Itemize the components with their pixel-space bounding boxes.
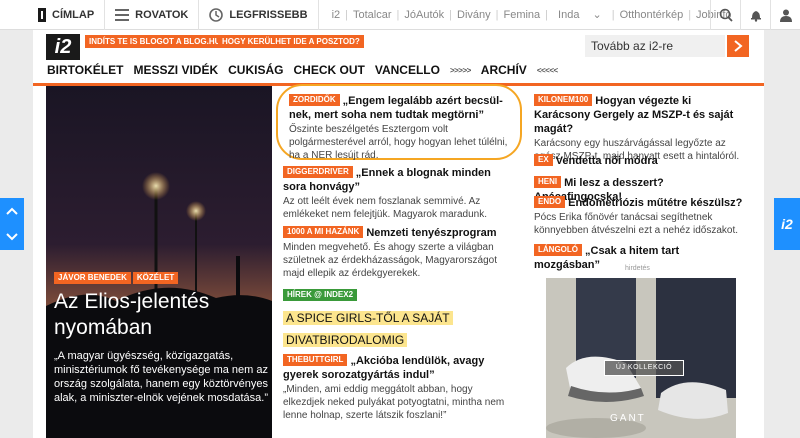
story-title: A SPICE GIRLS-TŐL A SAJÁT DIVATBIRODALOM… <box>283 311 453 347</box>
cat-arrows-right: >>>>> <box>449 65 471 75</box>
list-item[interactable]: 1000 A MI HAZÁNK Nemzeti tenyészprogram M… <box>283 226 515 280</box>
story-text: Az ott leélt évek nem foszlanak semmivé.… <box>283 196 487 220</box>
link-inda[interactable]: Inda ⌄ <box>548 8 612 21</box>
feature-tag-category[interactable]: KÖZÉLET <box>132 272 179 284</box>
chevron-right-icon <box>734 40 743 52</box>
user-icon[interactable] <box>770 0 800 30</box>
clock-icon <box>209 7 224 22</box>
search-icon[interactable] <box>710 0 740 30</box>
story-tag[interactable]: LÁNGOLÓ <box>534 244 582 256</box>
list-item[interactable]: KILONEM100 Hogyan végezte ki Karácsony Ge… <box>534 94 744 163</box>
link-otthonterkep[interactable]: Otthontérkép <box>615 9 689 21</box>
story-tag[interactable]: EX <box>534 154 553 166</box>
cat-birtokelet[interactable]: BIRTOKÉLET <box>47 63 123 77</box>
ad-cta-button[interactable]: ÚJ KOLLEKCIÓ <box>604 360 684 376</box>
story-tag[interactable]: HÍREK @ INDEX2 <box>283 289 358 301</box>
story-text: „Minden, ami eddig meggátolt abban, hogy… <box>283 384 505 421</box>
story-title: Endometriózis műtétre készülsz? <box>568 197 743 209</box>
ad-label: hirdetés <box>625 265 650 272</box>
partner-links: i2 | Totalcar | JóAutók | Divány | Femina | I… <box>327 0 737 30</box>
feature-desc: „A magyar ügyészség, közigazgatás, minis… <box>54 350 269 404</box>
link-i2[interactable]: i2 <box>327 9 346 21</box>
list-item[interactable]: DIGGERDRIVER „Ennek a blognak minden sora… <box>283 166 515 221</box>
promo-post-button[interactable]: HOGY KERÜLHET IDE A POSZTOD? <box>218 35 364 48</box>
nav-cimlap[interactable]: CÍMLAP <box>0 0 106 30</box>
nav-rovatok-label: ROVATOK <box>135 8 189 21</box>
ad-brand-logo: GANT <box>610 413 646 424</box>
side-i2-logo[interactable]: i2 <box>774 198 800 250</box>
chevron-down-icon: ⌄ <box>592 9 602 21</box>
promo-blog-button[interactable]: INDÍTS TE IS BLOGOT A BLOG.HU-N! <box>85 35 236 48</box>
cat-check-out[interactable]: CHECK OUT <box>293 63 364 77</box>
cat-messzi-videk[interactable]: MESSZI VIDÉK <box>133 63 218 77</box>
hamburger-icon <box>115 8 130 21</box>
list-item[interactable]: HÍREK @ INDEX2 A SPICE GIRLS-TŐL A SAJÁT… <box>283 286 515 351</box>
link-divany[interactable]: Divány <box>452 9 496 21</box>
search-submit-button[interactable] <box>727 35 749 57</box>
list-item[interactable]: THEBUTTGIRL „Akcióba lendülök, avagy gyer… <box>283 354 515 422</box>
story-title: Vendetta női módra <box>555 155 658 167</box>
feature-tag-author[interactable]: JÁVOR BENEDEK <box>54 272 131 284</box>
feature-title[interactable]: Az Elios-jelentés nyomában <box>54 289 268 341</box>
story-tag[interactable]: THEBUTTGIRL <box>283 354 348 366</box>
advertisement[interactable]: ÚJ KOLLEKCIÓ GANT <box>546 278 736 438</box>
story-tag[interactable]: HENI <box>534 176 562 188</box>
story-title: Nemzeti tenyészprogram <box>366 227 497 239</box>
cat-archiv[interactable]: ARCHÍV <box>481 63 527 77</box>
cat-vancello[interactable]: VANCELLO <box>375 63 440 77</box>
i2-logo[interactable]: i2 <box>46 34 80 60</box>
nav-legfrissebb[interactable]: LEGFRISSEBB <box>199 0 319 30</box>
chevron-up-icon[interactable] <box>5 206 19 216</box>
scroll-arrows <box>0 198 24 250</box>
story-tag[interactable]: DIGGERDRIVER <box>283 166 353 178</box>
top-navbar: CÍMLAP ROVATOK LEGFRISSEBB i2 | Totalcar |… <box>0 0 800 30</box>
cat-cukisag[interactable]: CUKISÁG <box>228 63 283 77</box>
cat-arrows-left: <<<<< <box>536 65 558 75</box>
search-input[interactable]: Tovább az i2-re <box>585 35 725 57</box>
bell-icon[interactable] <box>740 0 770 30</box>
link-femina[interactable]: Femina <box>498 9 545 21</box>
story-tag[interactable]: 1000 A MI HAZÁNK <box>283 226 364 238</box>
story-tag[interactable]: KILONEM100 <box>534 94 593 106</box>
category-nav: BIRTOKÉLET MESSZI VIDÉK CUKISÁG CHECK OU… <box>47 63 568 77</box>
list-item[interactable]: ENDO Endometriózis műtétre készülsz? Pócs… <box>534 196 744 237</box>
story-tag[interactable]: ENDO <box>534 196 566 208</box>
i2-icon <box>38 7 46 22</box>
nav-rovatok[interactable]: ROVATOK <box>105 0 200 30</box>
story-text: Minden megvehető. És ahogy szerte a vilá… <box>283 242 498 279</box>
link-joautok[interactable]: JóAutók <box>399 9 449 21</box>
link-totalcar[interactable]: Totalcar <box>348 9 397 21</box>
story-tag[interactable]: ZORDIDŐK <box>289 94 340 106</box>
nav-legfrissebb-label: LEGFRISSEBB <box>229 8 308 21</box>
story-text: Pócs Erika főnövér tanácsai segíthetnek … <box>534 212 739 236</box>
nav-cimlap-label: CÍMLAP <box>52 8 95 21</box>
feature-article[interactable]: JÁVOR BENEDEK KÖZÉLET Az Elios-jelentés … <box>46 86 272 438</box>
chevron-down-icon[interactable] <box>5 232 19 242</box>
story-text: Őszinte beszélgetés Esztergom volt polgá… <box>289 124 508 161</box>
list-item[interactable]: EX Vendetta női módra <box>534 154 744 168</box>
list-item[interactable]: ZORDIDŐK „Engem legalább azért becsül-nek… <box>289 94 513 162</box>
